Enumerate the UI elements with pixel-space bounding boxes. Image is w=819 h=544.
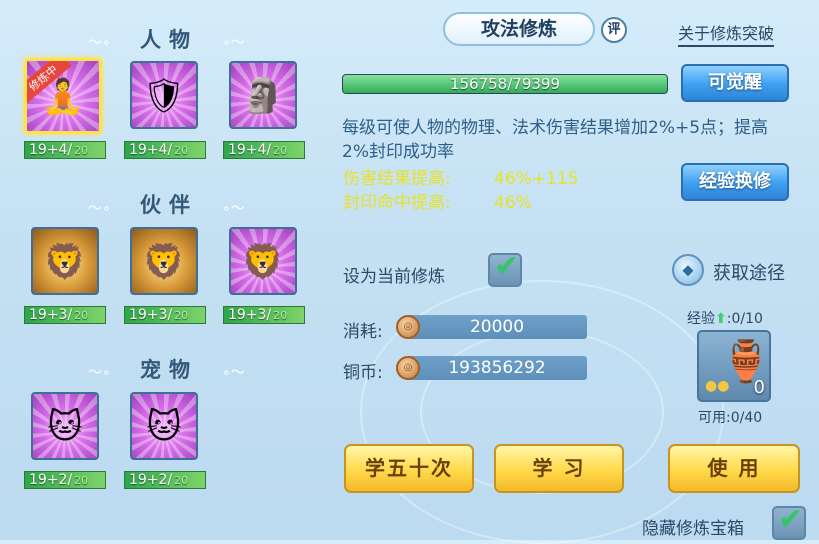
copper-coin-icon: ◎ [396,315,420,339]
level-bar: 19+3/20 [223,306,305,324]
learn-button[interactable]: 学 习 [494,444,624,493]
cultivation-description: 每级可使人物的物理、法术伤害结果增加2%+5点；提高2%封印成功率 [342,118,769,162]
experience-progress-bar: 156758/79399 [342,74,668,94]
awaken-button[interactable]: 可觉醒 [681,64,789,102]
section-title-pet: 宠物 [140,358,198,382]
coin-value: 193856292 [407,356,587,380]
about-breakthrough-link[interactable]: 关于修炼突破 [678,20,775,47]
slot-character-1[interactable]: 🧘 修炼中 [24,58,102,134]
item-count: 0 [753,377,765,398]
item-exp-label: 经验⬆:0/10 [687,311,763,327]
level-bar: 19+4/20 [223,141,305,159]
slot-partner-1[interactable]: 🦁 [31,227,99,295]
slot-partner-2[interactable]: 🦁 [130,227,198,295]
slot-character-2[interactable]: 🛡 [130,61,198,129]
training-chest-slot[interactable]: 🏺 ●● 0 [697,330,771,402]
cat-sword-icon: 🐱 [47,407,83,448]
set-current-label: 设为当前修炼 [343,267,445,287]
level-bar: 19+2/20 [24,471,106,489]
evaluate-button[interactable]: 评 [601,17,627,43]
section-title-character: 人物 [140,28,198,52]
exp-exchange-button[interactable]: 经验换修 [681,163,789,201]
stat-damage-label: 伤害结果提高: [343,169,451,189]
arrow-up-icon: ⬆ [715,311,727,327]
stat-seal-label: 封印命中提高: [343,193,451,213]
section-title-partner: 伙伴 [140,193,198,217]
usable-count: 可用:0/40 [698,410,763,426]
level-bar: 19+3/20 [124,306,206,324]
slot-character-3[interactable]: 🗿 [229,61,297,129]
learn-fifty-button[interactable]: 学五十次 [344,444,474,493]
coin-label: 铜币: [343,363,383,383]
use-button[interactable]: 使 用 [668,444,800,493]
hide-chest-label: 隐藏修炼宝箱 [642,519,744,539]
set-current-checkbox[interactable]: ✔ [488,249,522,287]
idol-figure-icon: 🗿 [241,76,285,117]
cost-label: 消耗: [343,322,383,342]
panel-title: 攻法修炼 [443,12,595,46]
level-bar: 19+4/20 [24,141,106,159]
monk-figure-icon: 🧘 [41,77,85,118]
check-icon: ✔ [778,502,804,537]
obtain-source-icon[interactable]: ⬥ [672,254,704,286]
slot-pet-1[interactable]: 🐱 [31,392,99,460]
cultivation-target-panel: 〜∘ ∘〜 人物 🧘 修炼中 19+4/20 🛡 19+4/20 🗿 19+4/… [0,0,322,540]
gold-coins-icon: ●● [705,378,730,394]
hide-chest-checkbox[interactable]: ✔ [772,502,806,540]
level-bar: 19+4/20 [124,141,206,159]
cost-value: 20000 [407,315,587,339]
slot-pet-2[interactable]: 🐱 [130,392,198,460]
slot-partner-3[interactable]: 🦁 [229,227,297,295]
stat-damage-value: 46%+115 [494,169,579,189]
lion-shield-icon: 🦁 [142,242,186,283]
armor-figure-icon: 🛡 [142,76,186,117]
stat-seal: 封印命中提高: 46% [343,192,532,214]
lion-sword-icon: 🦁 [43,242,87,283]
stat-damage: 伤害结果提高: 46%+115 [343,168,578,190]
obtain-source-link[interactable]: 获取途径 [713,259,785,285]
stat-seal-value: 46% [494,193,532,213]
level-bar: 19+2/20 [124,471,206,489]
check-icon: ✔ [494,249,520,284]
lion-glove-icon: 🦁 [241,242,285,283]
progress-text: 156758/79399 [449,75,561,93]
level-bar: 19+3/20 [24,306,106,324]
cat-shield-icon: 🐱 [146,407,182,448]
copper-coin-icon: ◎ [396,356,420,380]
